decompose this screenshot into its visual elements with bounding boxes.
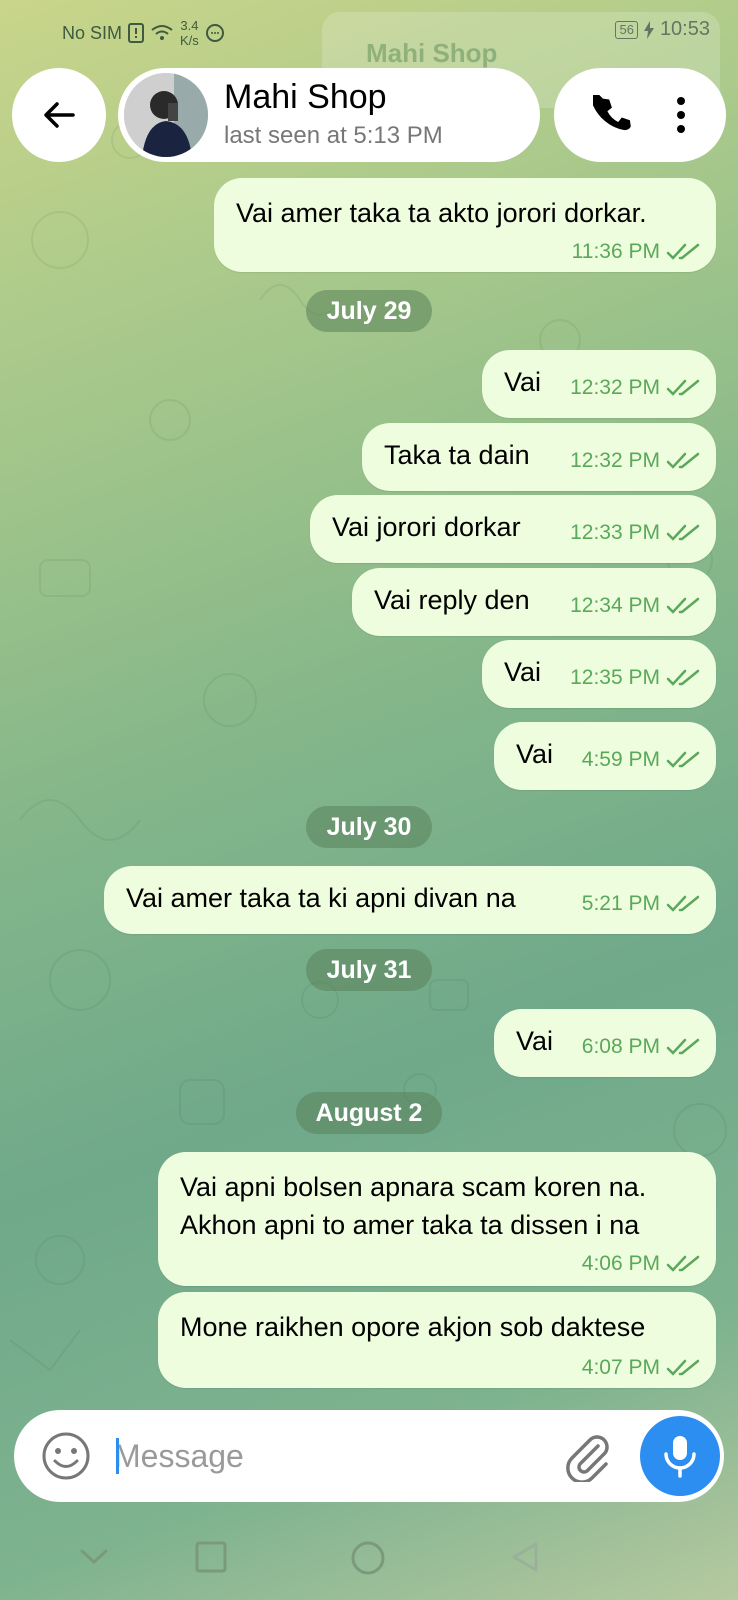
more-options-icon[interactable] [675, 95, 687, 135]
message-text: Mone raikhen opore akjon sob daktese [180, 1312, 646, 1342]
date-label: July 30 [326, 812, 412, 841]
message-time: 12:34 PM [570, 594, 660, 617]
system-nav-bar [0, 1528, 738, 1588]
message-bubble[interactable]: Vai 4:59 PM [494, 722, 716, 790]
message-time: 12:32 PM [570, 376, 660, 399]
date-separator: August 2 [296, 1092, 442, 1134]
double-check-icon [666, 669, 700, 686]
message-text: Vai [504, 657, 542, 687]
last-seen-status: last seen at 5:13 PM [224, 122, 443, 149]
wifi-icon [151, 25, 173, 40]
status-left: No SIM 3.4 K/s [62, 18, 225, 48]
message-time: 5:21 PM [581, 892, 660, 915]
date-separator: July 31 [306, 949, 432, 991]
double-check-icon [666, 524, 700, 541]
message-text: Vai jorori dorkar [332, 512, 521, 542]
date-label: August 2 [315, 1098, 423, 1127]
speed-value: 3.4 [180, 18, 199, 33]
emoji-icon[interactable] [40, 1430, 92, 1482]
double-check-icon [666, 1255, 700, 1272]
double-check-icon [666, 379, 700, 396]
message-bubble[interactable]: Vai 12:32 PM [482, 350, 716, 418]
message-bubble[interactable]: Vai apni bolsen apnara scam koren na. Ak… [158, 1152, 716, 1286]
home-circle-icon[interactable] [350, 1540, 386, 1576]
message-meta: 12:32 PM [570, 376, 702, 400]
message-text: Vai [504, 367, 542, 397]
voice-record-button[interactable] [640, 1416, 720, 1496]
message-text: Vai reply den [374, 585, 530, 615]
chat-title-bar[interactable]: Mahi Shop last seen at 5:13 PM [118, 68, 540, 162]
message-text: Vai [516, 739, 554, 769]
double-check-icon [666, 243, 700, 260]
message-meta: 4:59 PM [582, 748, 702, 772]
back-triangle-icon[interactable] [508, 1540, 542, 1574]
message-meta: 12:35 PM [570, 666, 702, 690]
avatar-photo [124, 73, 208, 157]
carrier-label: No SIM [62, 22, 123, 43]
message-time: 4:07 PM [581, 1356, 660, 1379]
message-time: 12:35 PM [570, 666, 660, 689]
message-meta: 4:06 PM [582, 1252, 702, 1276]
collapse-chevron-icon[interactable] [78, 1540, 110, 1572]
paperclip-icon[interactable] [562, 1430, 612, 1482]
message-text: Vai amer taka ta ki apni divan na [126, 883, 516, 913]
message-composer [14, 1410, 724, 1502]
chat-notification-icon [205, 24, 224, 42]
message-bubble[interactable]: Vai 12:35 PM [482, 640, 716, 708]
back-button[interactable] [12, 68, 106, 162]
contact-name: Mahi Shop [224, 78, 387, 116]
message-meta: 11:36 PM [572, 240, 702, 264]
double-check-icon [666, 895, 700, 912]
double-check-icon [666, 1359, 700, 1376]
header-actions [554, 68, 726, 162]
message-text: Vai amer taka ta akto jorori dorkar. [236, 198, 647, 228]
double-check-icon [666, 751, 700, 768]
message-meta: 12:32 PM [570, 449, 702, 473]
message-bubble[interactable]: Taka ta dain 12:32 PM [362, 423, 716, 491]
message-text-line2: Akhon apni to amer taka ta dissen i na [180, 1210, 640, 1240]
message-time: 12:33 PM [570, 521, 660, 544]
message-bubble[interactable]: Mone raikhen opore akjon sob daktese 4:0… [158, 1292, 716, 1388]
double-check-icon [666, 1038, 700, 1055]
speed-unit: K/s [180, 33, 199, 48]
message-bubble[interactable]: Vai reply den 12:34 PM [352, 568, 716, 636]
phone-icon[interactable] [593, 95, 633, 135]
sim-alert-icon [128, 23, 145, 43]
avatar[interactable] [124, 73, 208, 157]
message-time: 4:59 PM [581, 748, 660, 771]
message-meta: 12:34 PM [570, 594, 702, 618]
double-check-icon [666, 597, 700, 614]
message-time: 6:08 PM [581, 1035, 660, 1058]
microphone-icon [664, 1436, 696, 1478]
date-separator: July 30 [306, 806, 432, 848]
message-meta: 12:33 PM [570, 521, 702, 545]
message-bubble[interactable]: Vai amer taka ta akto jorori dorkar. 11:… [214, 178, 716, 272]
message-time: 12:32 PM [570, 449, 660, 472]
message-text-line1: Vai apni bolsen apnara scam koren na. [180, 1172, 647, 1202]
date-separator: July 29 [306, 290, 432, 332]
recents-square-icon[interactable] [194, 1540, 228, 1574]
message-bubble[interactable]: Vai 6:08 PM [494, 1009, 716, 1077]
date-label: July 29 [326, 296, 412, 325]
message-time: 4:06 PM [581, 1252, 660, 1275]
message-meta: 5:21 PM [582, 892, 702, 916]
message-text: Taka ta dain [384, 440, 530, 470]
message-meta: 4:07 PM [582, 1356, 702, 1380]
arrow-left-icon [44, 102, 75, 128]
text-cursor [116, 1438, 119, 1474]
double-check-icon [666, 452, 700, 469]
date-label: July 31 [326, 955, 412, 984]
message-text: Vai [516, 1026, 554, 1056]
message-input[interactable] [114, 1430, 534, 1482]
network-speed: 3.4 K/s [180, 18, 199, 48]
message-meta: 6:08 PM [582, 1035, 702, 1059]
message-bubble[interactable]: Vai jorori dorkar 12:33 PM [310, 495, 716, 563]
message-time: 11:36 PM [571, 240, 660, 263]
ghost-title: Mahi Shop [366, 38, 498, 68]
message-bubble[interactable]: Vai amer taka ta ki apni divan na 5:21 P… [104, 866, 716, 934]
